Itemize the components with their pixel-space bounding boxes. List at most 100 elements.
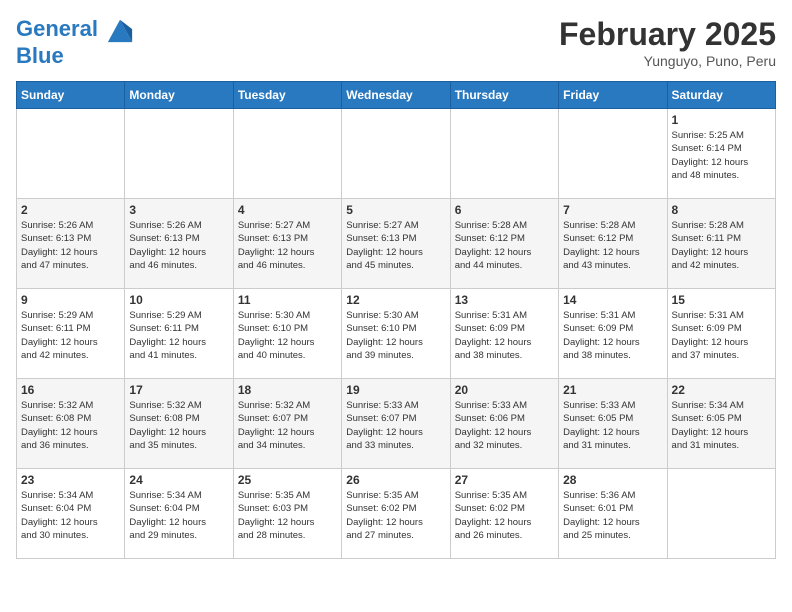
calendar-cell: 20Sunrise: 5:33 AMSunset: 6:06 PMDayligh… <box>450 379 558 469</box>
col-header-tuesday: Tuesday <box>233 82 341 109</box>
day-info: Sunrise: 5:29 AMSunset: 6:11 PMDaylight:… <box>21 309 120 362</box>
day-info: Sunrise: 5:31 AMSunset: 6:09 PMDaylight:… <box>672 309 771 362</box>
col-header-friday: Friday <box>559 82 667 109</box>
calendar-cell <box>667 469 775 559</box>
day-info: Sunrise: 5:32 AMSunset: 6:07 PMDaylight:… <box>238 399 337 452</box>
day-number: 24 <box>129 473 228 487</box>
day-number: 18 <box>238 383 337 397</box>
day-info: Sunrise: 5:25 AMSunset: 6:14 PMDaylight:… <box>672 129 771 182</box>
day-number: 12 <box>346 293 445 307</box>
calendar-cell: 27 Sunrise: 5:35 AMSunset: 6:02 PMDayligh… <box>450 469 558 559</box>
day-info: Sunrise: 5:26 AMSunset: 6:13 PMDaylight:… <box>129 219 228 272</box>
calendar-cell: 4 Sunrise: 5:27 AMSunset: 6:13 PMDaylight… <box>233 199 341 289</box>
day-number: 22 <box>672 383 771 397</box>
logo-text2: Blue <box>16 44 134 68</box>
calendar-cell: 6 Sunrise: 5:28 AMSunset: 6:12 PMDaylight… <box>450 199 558 289</box>
calendar-cell <box>559 109 667 199</box>
calendar-cell: 23 Sunrise: 5:34 AMSunset: 6:04 PMDayligh… <box>17 469 125 559</box>
day-info: Sunrise: 5:32 AMSunset: 6:08 PMDaylight:… <box>129 399 228 452</box>
day-number: 17 <box>129 383 228 397</box>
day-info: Sunrise: 5:33 AMSunset: 6:05 PMDaylight:… <box>563 399 662 452</box>
day-number: 11 <box>238 293 337 307</box>
calendar-cell: 1 Sunrise: 5:25 AMSunset: 6:14 PMDaylight… <box>667 109 775 199</box>
day-info: Sunrise: 5:30 AMSunset: 6:10 PMDaylight:… <box>346 309 445 362</box>
day-number: 9 <box>21 293 120 307</box>
calendar-cell: 28Sunrise: 5:36 AMSunset: 6:01 PMDayligh… <box>559 469 667 559</box>
calendar-cell: 12 Sunrise: 5:30 AMSunset: 6:10 PMDayligh… <box>342 289 450 379</box>
calendar-cell: 25 Sunrise: 5:35 AMSunset: 6:03 PMDayligh… <box>233 469 341 559</box>
logo: General Blue <box>16 16 134 68</box>
day-info: Sunrise: 5:31 AMSunset: 6:09 PMDaylight:… <box>455 309 554 362</box>
day-number: 8 <box>672 203 771 217</box>
day-number: 27 <box>455 473 554 487</box>
title-block: February 2025 Yunguyo, Puno, Peru <box>559 16 776 69</box>
day-info: Sunrise: 5:34 AMSunset: 6:05 PMDaylight:… <box>672 399 771 452</box>
day-number: 7 <box>563 203 662 217</box>
day-number: 6 <box>455 203 554 217</box>
logo-text: General <box>16 16 134 44</box>
calendar-cell: 22 Sunrise: 5:34 AMSunset: 6:05 PMDayligh… <box>667 379 775 469</box>
day-number: 19 <box>346 383 445 397</box>
month-title: February 2025 <box>559 16 776 53</box>
calendar-cell: 21Sunrise: 5:33 AMSunset: 6:05 PMDayligh… <box>559 379 667 469</box>
day-info: Sunrise: 5:33 AMSunset: 6:07 PMDaylight:… <box>346 399 445 452</box>
calendar-cell: 8 Sunrise: 5:28 AMSunset: 6:11 PMDaylight… <box>667 199 775 289</box>
day-number: 20 <box>455 383 554 397</box>
calendar-cell <box>233 109 341 199</box>
calendar-cell <box>342 109 450 199</box>
day-number: 14 <box>563 293 662 307</box>
day-number: 4 <box>238 203 337 217</box>
col-header-sunday: Sunday <box>17 82 125 109</box>
day-number: 15 <box>672 293 771 307</box>
calendar-table: SundayMondayTuesdayWednesdayThursdayFrid… <box>16 81 776 559</box>
day-info: Sunrise: 5:28 AMSunset: 6:12 PMDaylight:… <box>455 219 554 272</box>
calendar-cell: 9 Sunrise: 5:29 AMSunset: 6:11 PMDaylight… <box>17 289 125 379</box>
day-info: Sunrise: 5:28 AMSunset: 6:12 PMDaylight:… <box>563 219 662 272</box>
day-info: Sunrise: 5:35 AMSunset: 6:02 PMDaylight:… <box>346 489 445 542</box>
day-number: 28 <box>563 473 662 487</box>
calendar-cell: 5Sunrise: 5:27 AMSunset: 6:13 PMDaylight… <box>342 199 450 289</box>
calendar-cell: 13 Sunrise: 5:31 AMSunset: 6:09 PMDayligh… <box>450 289 558 379</box>
col-header-monday: Monday <box>125 82 233 109</box>
day-info: Sunrise: 5:28 AMSunset: 6:11 PMDaylight:… <box>672 219 771 272</box>
calendar-cell: 11 Sunrise: 5:30 AMSunset: 6:10 PMDayligh… <box>233 289 341 379</box>
calendar-cell: 18 Sunrise: 5:32 AMSunset: 6:07 PMDayligh… <box>233 379 341 469</box>
day-number: 25 <box>238 473 337 487</box>
calendar-cell: 3 Sunrise: 5:26 AMSunset: 6:13 PMDaylight… <box>125 199 233 289</box>
calendar-cell: 24 Sunrise: 5:34 AMSunset: 6:04 PMDayligh… <box>125 469 233 559</box>
col-header-thursday: Thursday <box>450 82 558 109</box>
calendar-cell <box>450 109 558 199</box>
day-number: 1 <box>672 113 771 127</box>
col-header-saturday: Saturday <box>667 82 775 109</box>
col-header-wednesday: Wednesday <box>342 82 450 109</box>
subtitle: Yunguyo, Puno, Peru <box>559 53 776 69</box>
day-info: Sunrise: 5:35 AMSunset: 6:03 PMDaylight:… <box>238 489 337 542</box>
day-info: Sunrise: 5:27 AMSunset: 6:13 PMDaylight:… <box>238 219 337 272</box>
day-number: 3 <box>129 203 228 217</box>
calendar-cell: 7 Sunrise: 5:28 AMSunset: 6:12 PMDaylight… <box>559 199 667 289</box>
calendar-cell: 17 Sunrise: 5:32 AMSunset: 6:08 PMDayligh… <box>125 379 233 469</box>
day-number: 10 <box>129 293 228 307</box>
day-info: Sunrise: 5:32 AMSunset: 6:08 PMDaylight:… <box>21 399 120 452</box>
calendar-cell: 19 Sunrise: 5:33 AMSunset: 6:07 PMDayligh… <box>342 379 450 469</box>
calendar-cell: 14 Sunrise: 5:31 AMSunset: 6:09 PMDayligh… <box>559 289 667 379</box>
calendar-cell: 26 Sunrise: 5:35 AMSunset: 6:02 PMDayligh… <box>342 469 450 559</box>
day-number: 13 <box>455 293 554 307</box>
page-header: General Blue February 2025 Yunguyo, Puno… <box>16 16 776 69</box>
day-info: Sunrise: 5:26 AMSunset: 6:13 PMDaylight:… <box>21 219 120 272</box>
day-info: Sunrise: 5:27 AMSunset: 6:13 PMDaylight:… <box>346 219 445 272</box>
calendar-cell: 2 Sunrise: 5:26 AMSunset: 6:13 PMDaylight… <box>17 199 125 289</box>
calendar-cell <box>17 109 125 199</box>
day-number: 2 <box>21 203 120 217</box>
day-info: Sunrise: 5:34 AMSunset: 6:04 PMDaylight:… <box>129 489 228 542</box>
calendar-cell: 10 Sunrise: 5:29 AMSunset: 6:11 PMDayligh… <box>125 289 233 379</box>
day-info: Sunrise: 5:35 AMSunset: 6:02 PMDaylight:… <box>455 489 554 542</box>
day-number: 26 <box>346 473 445 487</box>
day-info: Sunrise: 5:31 AMSunset: 6:09 PMDaylight:… <box>563 309 662 362</box>
calendar-cell: 15 Sunrise: 5:31 AMSunset: 6:09 PMDayligh… <box>667 289 775 379</box>
day-info: Sunrise: 5:29 AMSunset: 6:11 PMDaylight:… <box>129 309 228 362</box>
day-info: Sunrise: 5:30 AMSunset: 6:10 PMDaylight:… <box>238 309 337 362</box>
day-info: Sunrise: 5:34 AMSunset: 6:04 PMDaylight:… <box>21 489 120 542</box>
day-number: 23 <box>21 473 120 487</box>
calendar-cell <box>125 109 233 199</box>
